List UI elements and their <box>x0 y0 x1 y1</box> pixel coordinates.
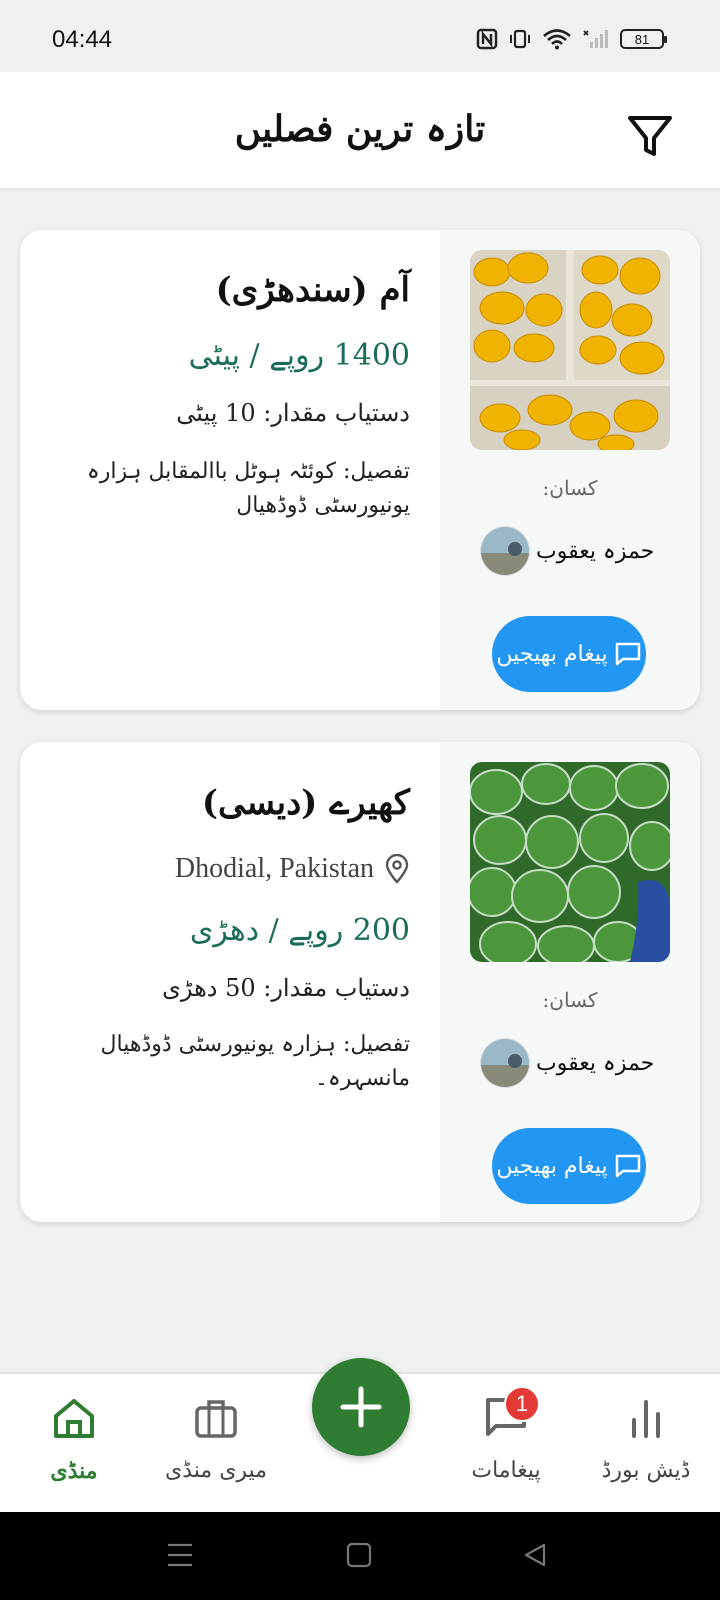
home-icon <box>54 1399 94 1438</box>
crop-price: 1400 روپے / پیٹی <box>188 338 410 373</box>
unread-badge: 1 <box>504 1386 540 1422</box>
signal-icon <box>583 30 608 48</box>
message-icon <box>615 1154 640 1178</box>
listing-card[interactable]: کسان: حمزہ یعقوب پیغام بھیجیں کھیرے (دیس… <box>20 742 700 1222</box>
menu-icon[interactable] <box>166 1542 194 1568</box>
bar-chart-icon <box>632 1400 660 1438</box>
farmer-name: حمزہ یعقوب <box>536 1050 655 1076</box>
nav-item-messages[interactable]: 1 پیغامات <box>436 1386 576 1483</box>
battery-icon: 81 <box>620 29 667 49</box>
farmer-name: حمزہ یعقوب <box>536 538 655 564</box>
battery-level: 81 <box>634 31 650 47</box>
crop-quantity: دستیاب مقدار: 10 پیٹی <box>176 399 410 427</box>
farmer-avatar <box>480 526 530 576</box>
send-message-button[interactable]: پیغام بھیجیں <box>492 616 646 692</box>
location-text: Dhodial, Pakistan <box>174 853 374 884</box>
listing-card[interactable]: کسان: حمزہ یعقوب پیغام بھیجیں آم (سندھڑی… <box>20 230 700 710</box>
plus-icon <box>340 1386 382 1428</box>
location-pin-icon <box>385 854 409 884</box>
wifi-icon <box>543 29 571 50</box>
home-square-icon[interactable] <box>346 1542 372 1568</box>
crop-location: Dhodial, Pakistan <box>50 853 410 885</box>
send-message-label: پیغام بھیجیں <box>496 1153 608 1179</box>
send-message-button[interactable]: پیغام بھیجیں <box>492 1128 646 1204</box>
farmer-profile[interactable]: حمزہ یعقوب <box>480 526 654 576</box>
mangoes-photo[interactable] <box>470 250 670 450</box>
card-side-panel: کسان: حمزہ یعقوب پیغام بھیجیں <box>440 230 700 710</box>
nav-item-my-mandi[interactable]: میری منڈی <box>146 1394 286 1483</box>
farmer-label: کسان: <box>542 988 598 1012</box>
crop-name: آم (سندھڑی) <box>215 270 410 310</box>
send-message-label: پیغام بھیجیں <box>496 641 608 667</box>
nav-item-dashboard[interactable]: ڈیش بورڈ <box>576 1394 716 1483</box>
crop-details: تفصیل: کوئٹہ ہوٹل باالمقابل ہزارہ یونیور… <box>86 459 410 519</box>
filter-icon <box>628 116 672 156</box>
status-time: 04:44 <box>52 26 113 53</box>
farmer-label: کسان: <box>542 476 598 500</box>
farmer-avatar <box>480 1038 530 1088</box>
nfc-icon <box>476 28 498 50</box>
cucumbers-photo[interactable] <box>470 762 670 962</box>
add-listing-button[interactable] <box>312 1358 410 1456</box>
crop-name: کھیرے (دیسی) <box>201 783 410 823</box>
nav-label: میری منڈی <box>165 1458 267 1483</box>
nav-label: پیغامات <box>471 1458 541 1483</box>
nav-item-mandi[interactable]: منڈی <box>4 1394 144 1484</box>
app-header: تازہ ترین فصلیں <box>0 72 720 190</box>
message-icon <box>615 642 640 666</box>
crop-details: تفصیل: ہزارہ یونیورسٹی ڈوڈھیال مانسہرہ۔ <box>100 1032 410 1092</box>
page-title: تازہ ترین فصلیں <box>234 108 486 150</box>
status-bar: 04:44 81 <box>0 0 720 72</box>
filter-button[interactable] <box>624 110 676 162</box>
nav-label: منڈی <box>50 1458 98 1484</box>
system-navigation-bar <box>0 1512 720 1600</box>
back-triangle-icon[interactable] <box>522 1542 548 1568</box>
briefcase-icon <box>195 1400 237 1438</box>
card-side-panel: کسان: حمزہ یعقوب پیغام بھیجیں <box>440 742 700 1222</box>
nav-label: ڈیش بورڈ <box>601 1458 691 1483</box>
crop-quantity: دستیاب مقدار: 50 دھڑی <box>162 974 410 1002</box>
listing-info: آم (سندھڑی) 1400 روپے / پیٹی دستیاب مقدا… <box>50 230 410 523</box>
status-icons: 81 <box>476 28 667 50</box>
listing-info: کھیرے (دیسی) Dhodial, Pakistan 200 روپے … <box>50 742 410 1096</box>
crop-price: 200 روپے / دھڑی <box>189 913 410 948</box>
farmer-profile[interactable]: حمزہ یعقوب <box>480 1038 654 1088</box>
vibrate-icon <box>510 29 530 49</box>
